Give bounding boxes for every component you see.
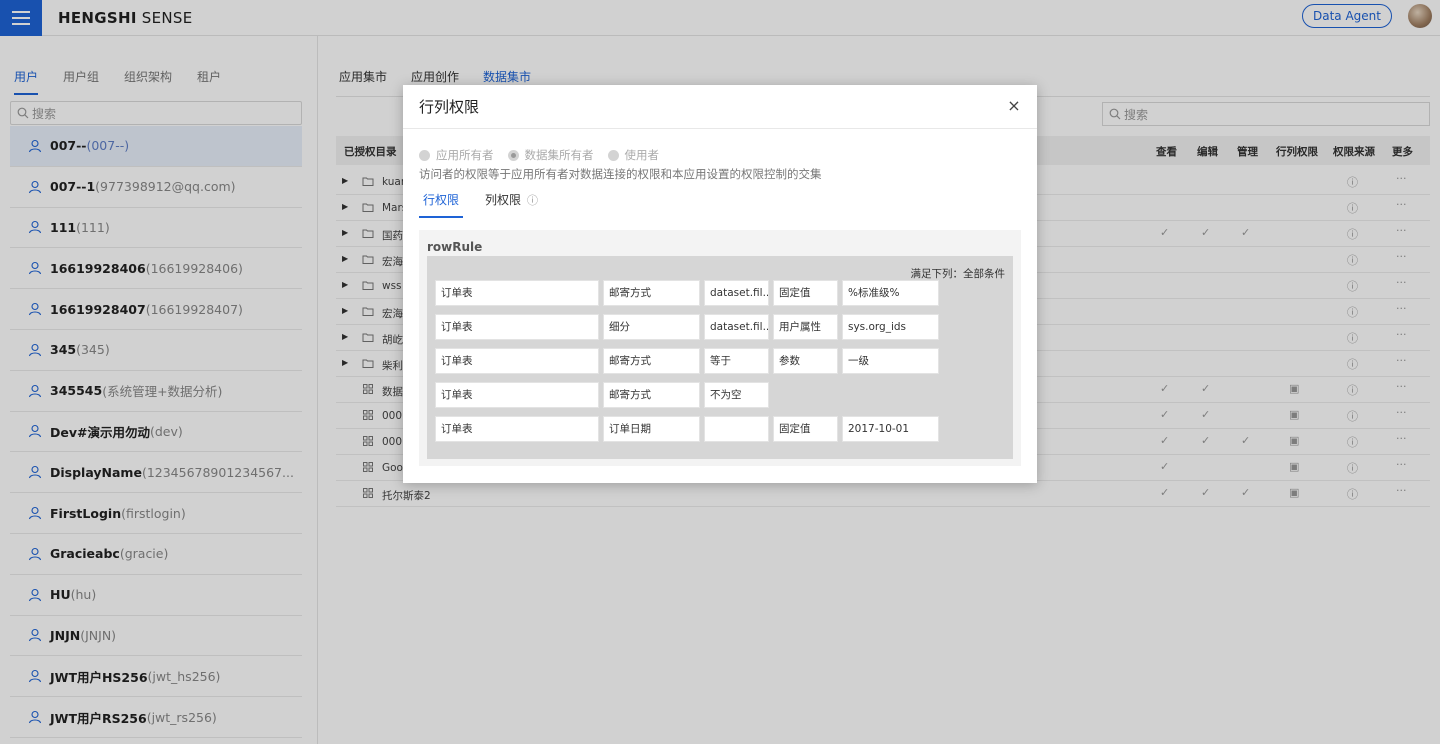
rule-operator-field[interactable]	[704, 416, 769, 442]
rule-value-field[interactable]: 2017-10-01	[842, 416, 939, 442]
rule-table-field[interactable]: 订单表	[435, 348, 599, 374]
radio-label: 数据集所有者	[524, 148, 594, 162]
info-icon[interactable]: ⓘ	[527, 194, 538, 207]
permission-tabs: 行权限 列权限 ⓘ	[419, 189, 560, 218]
rule-table-field[interactable]: 订单表	[435, 416, 599, 442]
rule-operator-field[interactable]: dataset.fil...	[704, 280, 769, 306]
radio-option-2[interactable]: 使用者	[607, 147, 660, 163]
rule-title: rowRule	[427, 240, 483, 254]
owner-radio-group: 应用所有者 数据集所有者 使用者	[419, 147, 673, 163]
radio-dot-icon	[419, 149, 430, 161]
rule-column-field[interactable]: 细分	[603, 314, 700, 340]
rule-column-field[interactable]: 订单日期	[603, 416, 700, 442]
radio-label: 使用者	[624, 148, 660, 162]
rule-value-type-field[interactable]: 参数	[773, 348, 838, 374]
rule-operator-field[interactable]: 不为空	[704, 382, 769, 408]
rule-column-field[interactable]: 邮寄方式	[603, 382, 700, 408]
rule-table-field[interactable]: 订单表	[435, 280, 599, 306]
rowcol-permission-dialog: 行列权限 × 应用所有者 数据集所有者 使用者 访问者的权限等于应用所有者对数据连接…	[403, 85, 1037, 483]
dialog-title: 行列权限	[419, 98, 480, 116]
rule-value-type-field[interactable]: 固定值	[773, 416, 838, 442]
tab-column-permission[interactable]: 列权限 ⓘ	[481, 189, 542, 218]
tab-row-label: 行权限	[423, 193, 460, 207]
permission-description: 访问者的权限等于应用所有者对数据连接的权限和本应用设置的权限控制的交集	[419, 167, 822, 181]
rule-table-field[interactable]: 订单表	[435, 382, 599, 408]
rule-value-field[interactable]: sys.org_ids	[842, 314, 939, 340]
radio-dot-icon	[507, 149, 519, 161]
radio-option-1[interactable]: 数据集所有者	[507, 147, 594, 163]
close-icon[interactable]: ×	[1005, 97, 1023, 115]
rule-value-field[interactable]: 一级	[842, 348, 939, 374]
rule-operator-field[interactable]: 等于	[704, 348, 769, 374]
rule-table-field[interactable]: 订单表	[435, 314, 599, 340]
rule-column-field[interactable]: 邮寄方式	[603, 280, 700, 306]
rule-value-type-field[interactable]: 用户属性	[773, 314, 838, 340]
rule-operator-field[interactable]: dataset.fil...	[704, 314, 769, 340]
rule-value-field[interactable]: %标准级%	[842, 280, 939, 306]
tab-row-permission[interactable]: 行权限	[419, 189, 464, 218]
radio-label: 应用所有者	[436, 148, 494, 162]
row-rule-panel: rowRule 满足下列：全部条件 订单表 邮寄方式 dataset.fil... 固…	[419, 230, 1021, 466]
rule-column-field[interactable]: 邮寄方式	[603, 348, 700, 374]
radio-option-0[interactable]: 应用所有者	[419, 147, 494, 163]
dialog-header: 行列权限	[403, 85, 1037, 129]
rule-match-condition[interactable]: 满足下列：全部条件	[911, 266, 1006, 281]
tab-col-label: 列权限	[485, 193, 522, 207]
rule-conditions: 满足下列：全部条件 订单表 邮寄方式 dataset.fil... 固定值 %标准级% 订…	[427, 256, 1013, 459]
radio-dot-icon	[607, 149, 619, 161]
rule-value-type-field[interactable]: 固定值	[773, 280, 838, 306]
